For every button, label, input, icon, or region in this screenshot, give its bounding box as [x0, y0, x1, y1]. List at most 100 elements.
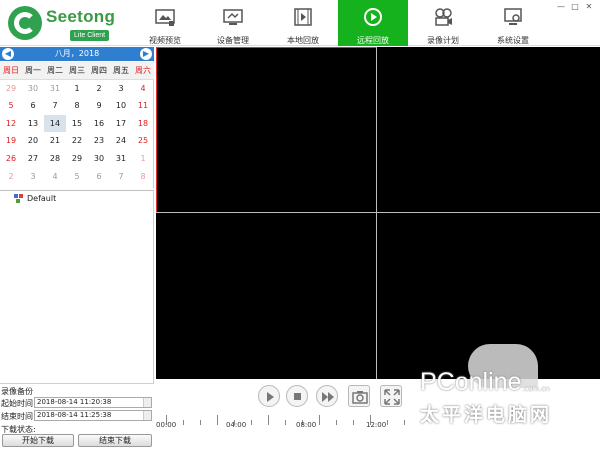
timeline-tick [404, 420, 405, 425]
weekday-label: 周五 [110, 62, 132, 80]
timeline-tick [251, 420, 252, 425]
calendar-day[interactable]: 3 [110, 80, 132, 98]
calendar-day[interactable]: 30 [88, 150, 110, 168]
calendar-day[interactable]: 4 [132, 80, 154, 98]
calendar-week: 19 20 21 22 23 24 25 [0, 132, 154, 150]
timeline-tick [336, 420, 337, 425]
start-time-label: 起始时间 [1, 399, 33, 408]
tab-system-settings[interactable]: 系统设置 [478, 0, 548, 46]
video-pane-2[interactable] [377, 47, 600, 212]
calendar-day[interactable]: 2 [0, 168, 22, 186]
play-button[interactable] [258, 385, 280, 407]
calendar-day[interactable]: 8 [132, 168, 154, 186]
calendar-day[interactable]: 11 [132, 97, 154, 115]
snapshot-icon [352, 391, 368, 404]
tab-local-playback[interactable]: 本地回放 [268, 0, 338, 46]
calendar-week: 5 6 7 8 9 10 11 [0, 97, 154, 115]
calendar-header: ◀ 八月，2018 ▶ [0, 47, 154, 61]
calendar-day[interactable]: 27 [22, 150, 44, 168]
end-time-input[interactable]: 2018-08-14 11:25:38 [34, 410, 152, 421]
calendar-day[interactable]: 10 [110, 97, 132, 115]
stop-download-button[interactable]: 结束下载 [78, 434, 152, 447]
calendar-day[interactable]: 15 [66, 115, 88, 133]
calendar-day[interactable]: 9 [88, 97, 110, 115]
tab-record-schedule[interactable]: 录像计划 [408, 0, 478, 46]
calendar-day[interactable]: 6 [22, 97, 44, 115]
fast-forward-button[interactable] [316, 385, 338, 407]
start-time-spinner[interactable] [143, 398, 151, 407]
calendar-day[interactable]: 21 [44, 132, 66, 150]
calendar-week: 12 13 14 15 16 17 18 [0, 114, 154, 133]
calendar-day[interactable]: 28 [44, 150, 66, 168]
calendar-day[interactable]: 13 [22, 115, 44, 133]
snapshot-button[interactable] [348, 385, 370, 407]
calendar-day[interactable]: 6 [88, 168, 110, 186]
calendar-day[interactable]: 23 [88, 132, 110, 150]
calendar-day[interactable]: 19 [0, 132, 22, 150]
calendar-day[interactable]: 29 [66, 150, 88, 168]
tree-node-default[interactable]: Default [14, 193, 56, 205]
calendar-day[interactable]: 26 [0, 150, 22, 168]
start-download-button[interactable]: 开始下载 [2, 434, 74, 447]
timeline-tick [200, 420, 201, 425]
weekday-label: 周日 [0, 62, 22, 80]
fullscreen-button[interactable] [380, 385, 402, 407]
timeline-label: 04:00 [226, 421, 247, 429]
end-time-label: 结束时间 [1, 412, 33, 421]
maximize-button[interactable]: □ [570, 2, 580, 12]
calendar-day[interactable]: 22 [66, 132, 88, 150]
calendar-day[interactable]: 7 [44, 97, 66, 115]
calendar-weekdays: 周日 周一 周二 周三 周四 周五 周六 [0, 62, 154, 80]
video-pane-3[interactable] [156, 213, 376, 379]
calendar-day[interactable]: 31 [110, 150, 132, 168]
calendar-day[interactable]: 25 [132, 132, 154, 150]
timeline-tick [353, 420, 354, 425]
tab-remote-playback[interactable]: 远程回放 [338, 0, 408, 46]
end-time-spinner[interactable] [143, 411, 151, 420]
calendar-day[interactable]: 1 [66, 80, 88, 98]
backup-title: 录像备份 [1, 387, 33, 396]
close-button[interactable]: ✕ [584, 2, 594, 12]
stop-icon [294, 393, 301, 400]
timeline-tick [183, 420, 184, 425]
logo-subtitle: Lite Client [70, 30, 110, 41]
calendar-day[interactable]: 29 [0, 80, 22, 98]
tab-label: 本地回放 [287, 36, 319, 45]
calendar-day[interactable]: 16 [88, 115, 110, 133]
calendar-day[interactable]: 4 [44, 168, 66, 186]
calendar-day[interactable]: 1 [132, 150, 154, 168]
grid-divider [156, 212, 600, 213]
next-month-icon[interactable]: ▶ [140, 48, 152, 60]
calendar-day[interactable]: 18 [132, 115, 154, 133]
calendar-day[interactable]: 12 [0, 115, 22, 133]
calendar: ◀ 八月，2018 ▶ 周日 周一 周二 周三 周四 周五 周六 29 30 3… [0, 47, 154, 188]
calendar-day[interactable]: 2 [88, 80, 110, 98]
weekday-label: 周三 [66, 62, 88, 80]
timeline-tick [319, 415, 320, 425]
stop-button[interactable] [286, 385, 308, 407]
calendar-day-selected[interactable]: 14 [44, 114, 66, 133]
tab-label: 远程回放 [357, 36, 389, 45]
calendar-day[interactable]: 3 [22, 168, 44, 186]
calendar-day[interactable]: 5 [0, 97, 22, 115]
remote-playback-icon [364, 8, 382, 26]
calendar-day[interactable]: 30 [22, 80, 44, 98]
tab-label: 视频预览 [149, 36, 181, 45]
tab-device-management[interactable]: 设备管理 [198, 0, 268, 46]
tab-label: 系统设置 [497, 36, 529, 45]
calendar-day[interactable]: 31 [44, 80, 66, 98]
calendar-day[interactable]: 20 [22, 132, 44, 150]
watermark-brand: PConline [420, 368, 522, 396]
grid-divider [376, 47, 377, 379]
calendar-day[interactable]: 5 [66, 168, 88, 186]
tab-video-preview[interactable]: 视频预览 [130, 0, 200, 46]
minimize-button[interactable]: — [556, 2, 566, 12]
calendar-day[interactable]: 24 [110, 132, 132, 150]
calendar-day[interactable]: 17 [110, 115, 132, 133]
device-tree: Default [0, 190, 154, 384]
calendar-day[interactable]: 8 [66, 97, 88, 115]
calendar-day[interactable]: 7 [110, 168, 132, 186]
video-pane-1[interactable] [156, 47, 377, 213]
fast-forward-icon [322, 392, 334, 402]
start-time-input[interactable]: 2018-08-14 11:20:38 [34, 397, 152, 408]
